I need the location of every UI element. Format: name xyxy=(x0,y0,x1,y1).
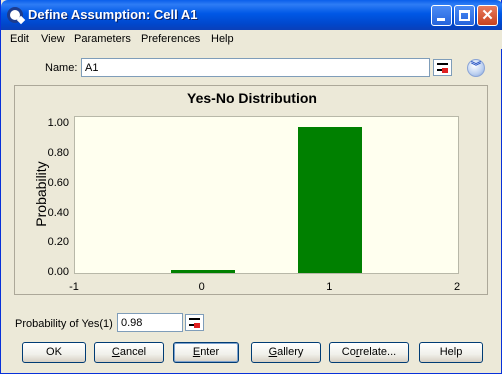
cell-reference-mark xyxy=(442,68,448,73)
y-tick-label: 0.00 xyxy=(47,266,69,278)
maximize-icon xyxy=(459,10,470,21)
x-tick-label: 1 xyxy=(326,281,333,293)
correlate-button[interactable]: Correlate... xyxy=(329,342,409,363)
x-tick-label: 0 xyxy=(198,281,205,293)
cell-reference-mark xyxy=(194,323,200,328)
menu-bar: Edit View Parameters Preferences Help xyxy=(1,30,502,49)
bar-1 xyxy=(298,127,363,273)
probability-yes-label: Probability of Yes(1) xyxy=(15,318,113,330)
y-axis-label: Probability xyxy=(33,161,49,227)
maximize-button[interactable] xyxy=(454,5,475,26)
enter-button[interactable]: Enter xyxy=(173,342,239,363)
help-button[interactable]: Help xyxy=(419,342,483,363)
x-tick-label: 2 xyxy=(453,281,461,293)
y-tick-label: 1.00 xyxy=(47,117,69,130)
ok-button[interactable]: OK xyxy=(22,342,86,363)
expand-chevron-button[interactable]: ︾ xyxy=(467,59,485,77)
y-tick-label: 0.60 xyxy=(47,176,69,189)
menu-preferences[interactable]: Preferences xyxy=(141,33,200,45)
distribution-chart: Yes-No Distribution Probability 1.00 0.80… xyxy=(14,85,488,295)
chart-title: Yes-No Distribution xyxy=(187,90,317,106)
plot-area xyxy=(74,116,459,274)
cancel-button[interactable]: Cancel xyxy=(94,342,164,363)
close-icon: ✕ xyxy=(481,7,494,24)
chevron-down-icon: ︾ xyxy=(471,62,481,73)
close-button[interactable]: ✕ xyxy=(477,5,498,26)
gallery-button[interactable]: Gallery xyxy=(251,342,321,363)
menu-view[interactable]: View xyxy=(41,33,65,45)
y-tick-label: 0.40 xyxy=(47,206,69,219)
name-cell-reference-button[interactable] xyxy=(433,59,452,76)
probability-cell-reference-button[interactable] xyxy=(185,314,204,331)
y-tick-label: 0.80 xyxy=(47,147,69,160)
window-title: Define Assumption: Cell A1 xyxy=(28,7,198,22)
y-tick-label: 0.20 xyxy=(47,236,69,249)
menu-parameters[interactable]: Parameters xyxy=(74,33,131,45)
menu-help[interactable]: Help xyxy=(211,33,234,45)
probability-yes-input[interactable] xyxy=(117,313,183,332)
bar-0 xyxy=(170,270,235,273)
app-logo-icon xyxy=(7,7,23,23)
minimize-icon xyxy=(437,18,445,21)
menu-edit[interactable]: Edit xyxy=(10,33,29,45)
name-input[interactable] xyxy=(81,58,430,77)
title-bar[interactable]: Define Assumption: Cell A1 ✕ xyxy=(1,0,502,30)
x-tick-label: -1 xyxy=(69,281,79,293)
define-assumption-dialog: Define Assumption: Cell A1 ✕ Edit View P… xyxy=(0,0,502,374)
minimize-button[interactable] xyxy=(431,5,452,26)
name-label: Name: xyxy=(45,62,78,74)
